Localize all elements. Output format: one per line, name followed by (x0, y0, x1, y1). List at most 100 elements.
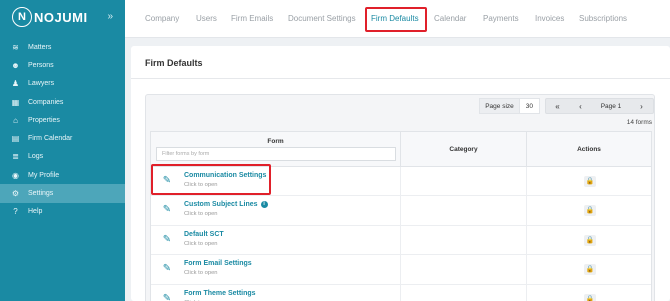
sidebar-item-label: Logs (28, 153, 44, 161)
building-icon: ▦ (11, 97, 20, 107)
lock-icon[interactable]: 🔒 (584, 176, 596, 187)
column-header-category[interactable]: Category (401, 132, 527, 166)
form-cell[interactable]: ✎ Custom Subject Lines i Click to open (151, 196, 401, 225)
lock-icon[interactable]: 🔒 (584, 234, 596, 246)
actions-cell: 🔒 (527, 167, 651, 195)
divider (131, 78, 670, 79)
forms-grid: Page size 30 « ‹ Page 1 › 14 forms Form … (145, 94, 655, 301)
sidebar: N NOJUMI » ≋ Matters ☻ Persons ♟ Lawyers ▦ Comp… (0, 0, 125, 301)
category-cell (401, 225, 527, 255)
table-row[interactable]: ✎ Custom Subject Lines i Click to open 🔒 (151, 196, 651, 226)
column-header-actions: Actions (577, 146, 601, 153)
column-label-form: Form (267, 138, 284, 145)
calendar-icon: ▤ (11, 134, 20, 144)
logo[interactable]: N NOJUMI (12, 7, 88, 27)
highlight-box-tab (365, 7, 427, 32)
form-subtitle: Click to open (184, 270, 218, 277)
sidebar-item-label: Lawyers (28, 80, 55, 88)
form-name[interactable]: Custom Subject Lines i (184, 201, 268, 209)
people-icon: ☻ (11, 60, 20, 70)
pager: Page size 30 « ‹ Page 1 › (479, 98, 654, 114)
page-size-select[interactable]: 30 (519, 98, 540, 114)
tab-calendar[interactable]: Calendar (434, 14, 466, 23)
tab-firm-emails[interactable]: Firm Emails (231, 14, 273, 23)
tab-company[interactable]: Company (145, 14, 179, 23)
tab-users[interactable]: Users (196, 14, 217, 23)
help-icon: ? (13, 207, 18, 217)
form-cell[interactable]: ✎Form Theme SettingsClick to open (151, 284, 401, 301)
form-name-text: Default SCT (184, 230, 224, 238)
logo-mark: N (12, 7, 32, 27)
sidebar-item-logs[interactable]: ≣ Logs (0, 148, 125, 166)
category-cell (401, 255, 527, 284)
sidebar-item-label: Properties (28, 116, 60, 124)
category-cell (401, 196, 527, 225)
tab-document-settings[interactable]: Document Settings (288, 14, 356, 23)
page-title: Firm Defaults (145, 58, 203, 68)
edit-icon[interactable]: ✎ (161, 234, 173, 246)
sidebar-item-my-profile[interactable]: ◉ My Profile (0, 166, 125, 184)
edit-icon[interactable]: ✎ (161, 263, 173, 275)
page-indicator: Page 1 (600, 103, 622, 110)
form-name[interactable]: Form Theme Settings (184, 290, 256, 297)
table-row[interactable]: ✎ Form Email Settings Click to open 🔒 (151, 255, 651, 285)
edit-icon[interactable]: ✎ (161, 204, 173, 216)
sidebar-item-firm-calendar[interactable]: ▤ Firm Calendar (0, 129, 125, 147)
sidebar-item-label: Companies (28, 98, 64, 106)
actions-cell: 🔒 (527, 196, 651, 224)
logs-icon: ≣ (12, 152, 19, 162)
sidebar-item-label: Help (28, 208, 43, 216)
table-row[interactable]: ✎ Default SCT Click to open 🔒 (151, 225, 651, 256)
sidebar-item-companies[interactable]: ▦ Companies (0, 93, 125, 111)
category-cell (401, 284, 527, 301)
tab-payments[interactable]: Payments (483, 14, 519, 23)
page-size-label: Page size (479, 98, 520, 114)
sidebar-item-label: Persons (28, 61, 54, 69)
category-cell (401, 167, 527, 196)
table-header: Form Filter forms by form Category Actio… (151, 132, 651, 167)
gear-icon: ⚙ (11, 189, 20, 199)
highlight-box-row (151, 164, 271, 195)
first-page-button[interactable]: « (546, 99, 569, 113)
sidebar-item-help[interactable]: ? Help (0, 203, 125, 221)
sidebar-item-settings[interactable]: ⚙ Settings (0, 184, 125, 203)
form-cell[interactable]: ✎ Default SCT Click to open (151, 225, 401, 255)
actions-cell: 🔒 (527, 285, 651, 301)
logo-text: NOJUMI (34, 9, 88, 25)
lock-icon[interactable]: 🔒 (584, 293, 596, 301)
prev-page-button[interactable]: ‹ (569, 99, 592, 113)
form-name[interactable]: Default SCT (184, 231, 224, 238)
info-icon[interactable]: i (260, 201, 268, 209)
sidebar-item-label: Firm Calendar (28, 135, 73, 143)
sidebar-item-persons[interactable]: ☻ Persons (0, 56, 125, 74)
next-page-button[interactable]: › (630, 99, 653, 113)
form-name-text: Form Email Settings (184, 260, 252, 268)
sidebar-item-label: Matters (28, 43, 52, 51)
sidebar-item-label: Settings (28, 190, 54, 198)
sidebar-item-matters[interactable]: ≋ Matters (0, 38, 125, 56)
edit-icon[interactable]: ✎ (161, 293, 173, 301)
user-icon: ♟ (11, 79, 20, 89)
form-cell[interactable]: ✎ Form Email Settings Click to open (151, 255, 401, 284)
collapse-sidebar-icon[interactable]: » (107, 11, 113, 22)
filter-input[interactable]: Filter forms by form (156, 147, 396, 161)
forms-count: 14 forms (626, 119, 652, 126)
pagination-buttons: « ‹ Page 1 › (545, 98, 654, 114)
actions-cell: 🔒 (527, 255, 651, 283)
sidebar-item-properties[interactable]: ⌂ Properties (0, 111, 125, 129)
form-subtitle: Click to open (184, 240, 218, 247)
lock-icon[interactable]: 🔒 (584, 205, 596, 217)
tab-subscriptions[interactable]: Subscriptions (579, 14, 627, 23)
sidebar-item-label: My Profile (28, 171, 60, 179)
table-row[interactable]: ✎Form Theme SettingsClick to open🔒 (151, 284, 651, 301)
sidebar-nav: ≋ Matters ☻ Persons ♟ Lawyers ▦ Companies ⌂ Prope… (0, 38, 125, 221)
form-name-text: Form Theme Settings (184, 289, 256, 297)
form-name[interactable]: Form Email Settings (184, 260, 252, 267)
actions-cell: 🔒 (527, 226, 651, 254)
column-header-form: Form Filter forms by form (151, 132, 401, 166)
forms-table: Form Filter forms by form Category Actio… (150, 131, 652, 301)
profile-icon: ◉ (12, 170, 19, 180)
tab-invoices[interactable]: Invoices (535, 14, 564, 23)
lock-icon[interactable]: 🔒 (584, 264, 596, 276)
sidebar-item-lawyers[interactable]: ♟ Lawyers (0, 75, 125, 93)
